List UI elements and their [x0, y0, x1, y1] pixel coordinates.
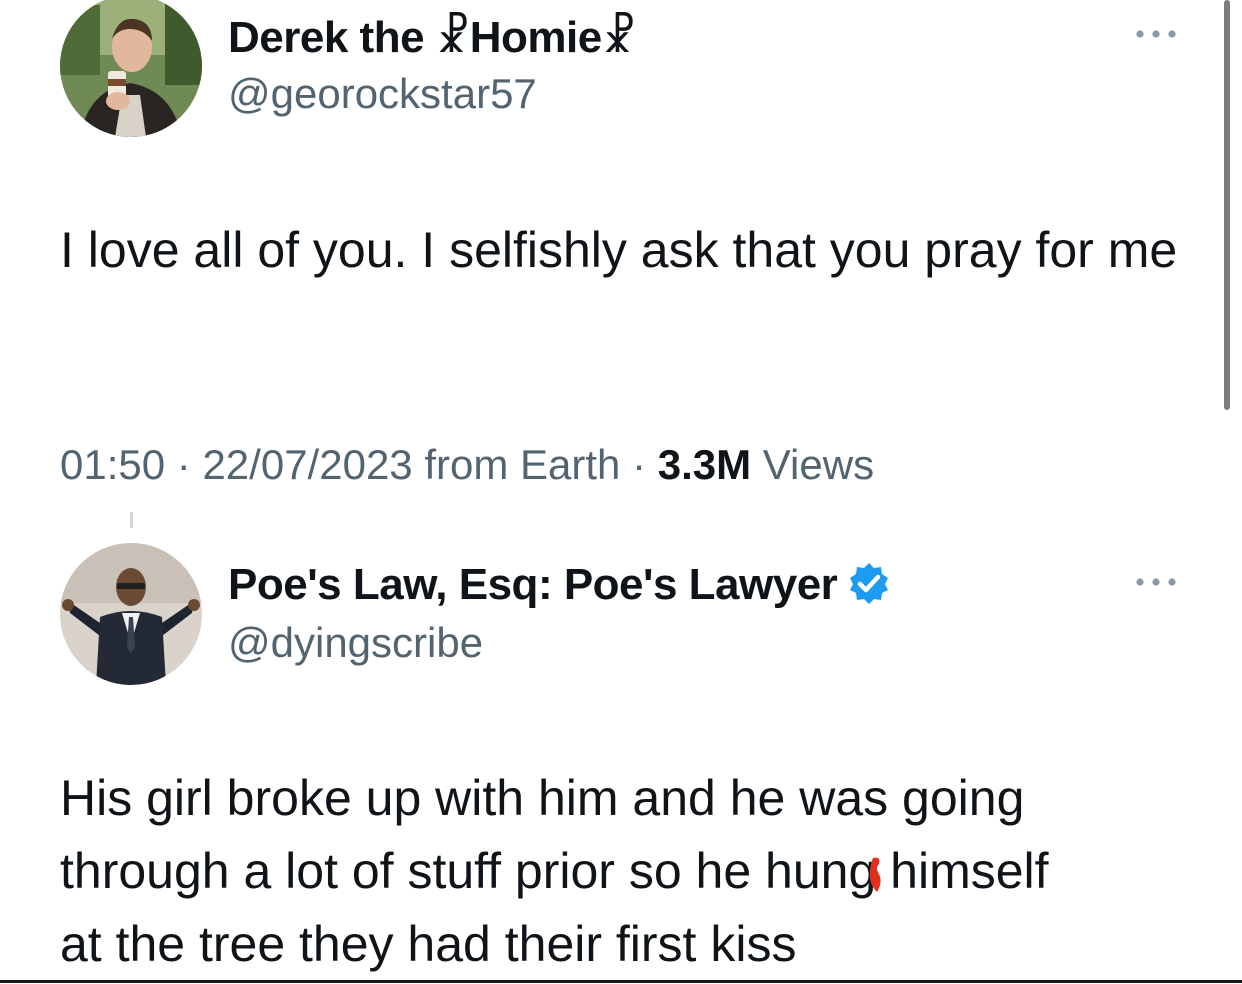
tweet-source: from Earth: [424, 441, 621, 488]
tweet-time[interactable]: 01:50: [60, 441, 165, 488]
author-handle[interactable]: @georockstar57: [228, 70, 537, 118]
author-avatar[interactable]: [60, 0, 202, 137]
tweet-date[interactable]: 22/07/2023: [202, 441, 412, 488]
scrollbar-thumb[interactable]: [1224, 0, 1230, 410]
profile-photo-icon: [60, 0, 202, 137]
tweet-metadata: 01:50 · 22/07/2023 from Earth · 3.3M Vie…: [60, 441, 874, 489]
reply-author-avatar[interactable]: [60, 543, 202, 685]
thread-connector-line: [130, 512, 133, 528]
more-options-button[interactable]: [1132, 22, 1188, 46]
views-label: Views: [762, 441, 875, 488]
tweet-text: I love all of you. I selfishly ask that …: [60, 222, 1178, 278]
more-horizontal-icon: [1136, 578, 1176, 586]
reply-more-options-button[interactable]: [1132, 570, 1188, 594]
views-count[interactable]: 3.3M: [658, 441, 751, 488]
meta-separator: ·: [176, 441, 191, 488]
more-horizontal-icon: [1136, 30, 1176, 38]
reply-author-display-name[interactable]: Poe's Law, Esq: Poe's Lawyer: [228, 560, 838, 609]
meta-separator: ·: [632, 441, 647, 488]
reply-text-line: through a lot of stuff prior so he hung …: [60, 843, 1049, 899]
reply-text-line: His girl broke up with him and he was go…: [60, 770, 1025, 826]
reply-author-handle[interactable]: @dyingscribe: [228, 619, 483, 667]
profile-illustration-icon: [60, 543, 202, 685]
reply-author-name-row: Poe's Law, Esq: Poe's Lawyer: [228, 560, 891, 610]
bottom-divider: [0, 980, 1242, 983]
verified-badge-icon: [847, 561, 891, 605]
red-annotation-mark: [869, 857, 881, 892]
reply-text: His girl broke up with him and he was go…: [60, 762, 1220, 981]
author-display-name[interactable]: Derek the ☧Homie☧: [228, 12, 636, 63]
reply-text-line: at the tree they had their first kiss: [60, 916, 797, 972]
tweet-thread-screenshot: Derek the ☧Homie☧ @georockstar57 I love …: [0, 0, 1242, 984]
